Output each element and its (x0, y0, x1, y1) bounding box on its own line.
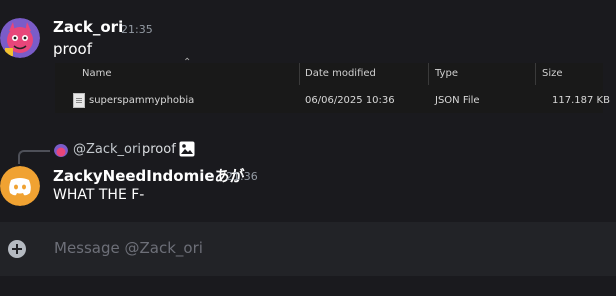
message-text: proof (53, 40, 92, 58)
message-timestamp: 21:36 (226, 170, 258, 183)
message-author[interactable]: ZackyNeedIndomieあが (53, 165, 245, 186)
sort-ascending-icon: ⌃ (183, 57, 192, 68)
file-icon (73, 93, 85, 108)
reply-connector (18, 150, 50, 164)
user-avatar-zack[interactable] (0, 18, 40, 58)
column-header-type: Type (435, 68, 458, 79)
column-header-date: Date modified (305, 68, 376, 79)
attached-screenshot[interactable]: ⌃ Name Date modified Type Size superspam… (55, 57, 610, 113)
reply-preview[interactable]: proof (142, 142, 176, 157)
plus-circle-icon[interactable] (8, 240, 26, 258)
message-text: WHAT THE F- (53, 187, 145, 203)
file-type: JSON File (435, 95, 480, 106)
file-name: superspammyphobia (89, 95, 195, 106)
column-header-size: Size (542, 68, 563, 79)
column-header-name: Name (82, 68, 112, 79)
column-divider (299, 63, 300, 85)
message-author[interactable]: Zack_ori (53, 18, 123, 36)
message-1: Zack_ori 21:35 proof ⌃ Name Date modifie… (0, 0, 616, 120)
image-icon (179, 141, 195, 157)
file-date: 06/06/2025 10:36 (305, 95, 395, 106)
reply-avatar (54, 143, 68, 157)
reply-username[interactable]: @Zack_ori (73, 142, 141, 157)
column-divider (428, 63, 429, 85)
message-timestamp: 21:35 (121, 23, 153, 36)
column-divider (535, 63, 536, 85)
dm-chat: Zack_ori 21:35 proof ⌃ Name Date modifie… (0, 0, 616, 296)
message-input[interactable] (46, 232, 602, 264)
discord-logo-icon[interactable] (0, 166, 40, 206)
file-size: 117.187 KB (552, 95, 610, 106)
